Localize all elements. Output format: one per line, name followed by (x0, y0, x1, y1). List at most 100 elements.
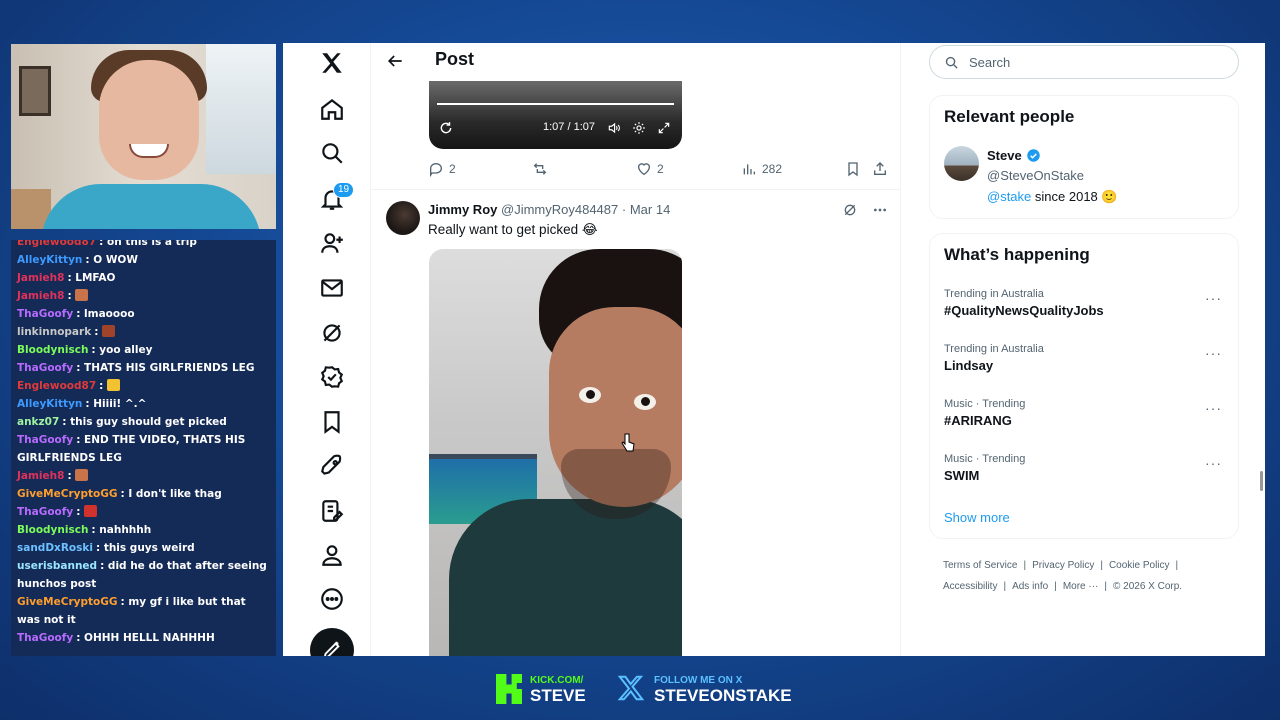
chat-colon: : (76, 506, 85, 518)
compose-post-button[interactable] (310, 628, 354, 656)
like-count: 2 (657, 162, 664, 176)
divider (371, 189, 900, 190)
home-icon[interactable] (312, 89, 352, 129)
more-dots-icon[interactable]: ··· (1205, 400, 1222, 416)
grok-icon[interactable] (312, 313, 352, 353)
repost-button[interactable] (532, 161, 553, 177)
footer-link[interactable]: Ads info (1012, 581, 1048, 592)
chat-username[interactable]: ankz07 (17, 416, 59, 428)
bookmarks-icon[interactable] (312, 402, 352, 442)
like-button[interactable]: 2 (636, 161, 664, 177)
chat-emote-icon (102, 325, 116, 337)
volume-icon[interactable] (607, 121, 621, 135)
chat-username[interactable]: GiveMeCryptoGG (17, 596, 117, 608)
footer-separator: | (1175, 560, 1179, 571)
scrollbar[interactable] (1260, 471, 1263, 491)
person-handle[interactable]: @SteveOnStake (987, 168, 1084, 183)
chat-colon: : (95, 542, 104, 554)
notifications-bell-icon[interactable]: 19 (312, 179, 355, 219)
more-dots-icon[interactable] (872, 202, 888, 218)
chat-username[interactable]: Jamieh8 (17, 470, 64, 482)
more-options-icon[interactable] (312, 579, 352, 619)
video-player-reply[interactable] (429, 249, 682, 656)
more-dots-icon[interactable]: ··· (1205, 345, 1222, 361)
verified-badge-icon[interactable] (312, 357, 352, 397)
search-icon (945, 56, 958, 69)
x-logo-icon[interactable] (312, 43, 352, 83)
footer-link[interactable]: Terms of Service (943, 560, 1017, 571)
chat-colon: : (62, 416, 71, 428)
view-count: 282 (762, 162, 783, 176)
reply-button[interactable]: 2 (428, 161, 456, 177)
follow-people-icon[interactable] (312, 223, 352, 263)
more-dots-icon[interactable]: ··· (1205, 455, 1222, 471)
chat-username[interactable]: ThaGoofy (17, 308, 73, 320)
video-player-top[interactable]: 1:07 / 1:07 (429, 81, 682, 149)
footer-link[interactable]: More ··· (1063, 581, 1099, 592)
trend-item[interactable]: Music · Trending SWIM ··· (944, 453, 1226, 483)
footer-link[interactable]: Privacy Policy (1032, 560, 1094, 571)
chat-username[interactable]: Englewood87 (17, 380, 96, 392)
grok-icon[interactable] (842, 202, 858, 218)
post-date[interactable]: Mar 14 (630, 202, 670, 217)
trend-topic: SWIM (944, 468, 980, 483)
chat-username[interactable]: ThaGoofy (17, 362, 73, 374)
bio-mention-link[interactable]: @stake (987, 189, 1031, 204)
chat-username[interactable]: GiveMeCryptoGG (17, 488, 117, 500)
author-name[interactable]: Jimmy Roy (428, 202, 497, 217)
chat-username[interactable]: Englewood87 (17, 240, 96, 248)
footer-link[interactable]: © 2026 X Corp. (1113, 581, 1182, 592)
avatar[interactable] (386, 201, 420, 235)
messages-envelope-icon[interactable] (312, 268, 352, 308)
relevant-people-card: Relevant people Steve @SteveOnStake @sta… (929, 95, 1239, 219)
chat-username[interactable]: AlleyKittyn (17, 254, 82, 266)
chat-username[interactable]: ThaGoofy (17, 632, 73, 644)
chat-message: AlleyKittyn: Hiiii! ^.^ (17, 395, 270, 413)
replay-icon[interactable] (439, 121, 453, 135)
chat-colon: : (67, 470, 76, 482)
avatar[interactable] (944, 146, 979, 181)
bio-text: since 2018 🙂 (1031, 189, 1118, 204)
chat-username[interactable]: userisbanned (17, 560, 97, 572)
communities-icon[interactable] (312, 491, 352, 531)
profile-icon[interactable] (312, 535, 352, 575)
footer-link[interactable]: Cookie Policy (1109, 560, 1170, 571)
more-dots-icon[interactable]: ··· (1205, 290, 1222, 306)
video-progress-bar[interactable] (437, 103, 674, 105)
chat-username[interactable]: ThaGoofy (17, 434, 73, 446)
bookmark-button[interactable] (845, 161, 861, 177)
jobs-rocket-icon[interactable] (312, 446, 352, 486)
chat-username[interactable]: linkinnopark (17, 326, 91, 338)
fullscreen-icon[interactable] (657, 121, 671, 135)
page-title: Post (435, 49, 475, 69)
trend-item[interactable]: Music · Trending #ARIRANG ··· (944, 398, 1226, 428)
chat-username[interactable]: ThaGoofy (17, 506, 73, 518)
author-handle[interactable]: @JimmyRoy484487 (501, 202, 618, 217)
chat-message: ThaGoofy: OHHH HELLL NAHHHH (17, 629, 270, 647)
person-name[interactable]: Steve (987, 148, 1041, 163)
chat-username[interactable]: Jamieh8 (17, 290, 64, 302)
chat-message: ThaGoofy: END THE VIDEO, THATS HIS GIRLF… (17, 431, 270, 467)
trend-item[interactable]: Trending in Australia Lindsay ··· (944, 343, 1226, 373)
x-logo-icon (617, 675, 645, 701)
chat-colon: : (67, 290, 76, 302)
show-more-link[interactable]: Show more (944, 510, 1010, 525)
chat-text: THATS HIS GIRLFRIENDS LEG (84, 362, 255, 374)
webcam-feed (11, 44, 276, 229)
footer-link[interactable]: Accessibility (943, 581, 997, 592)
chat-username[interactable]: Bloodynisch (17, 344, 88, 356)
chat-username[interactable]: sandDxRoski (17, 542, 93, 554)
back-arrow-icon[interactable] (385, 51, 405, 71)
settings-gear-icon[interactable] (632, 121, 646, 135)
chat-message: Jamieh8: (17, 467, 270, 485)
explore-search-icon[interactable] (312, 133, 352, 173)
chat-username[interactable]: Jamieh8 (17, 272, 64, 284)
notifications-badge: 19 (333, 182, 355, 198)
share-button[interactable] (872, 161, 888, 177)
chat-username[interactable]: AlleyKittyn (17, 398, 82, 410)
chat-username[interactable]: Bloodynisch (17, 524, 88, 536)
trend-item[interactable]: Trending in Australia #QualityNewsQuality… (944, 288, 1226, 318)
views-button[interactable]: 282 (741, 161, 782, 177)
heart-icon (638, 163, 650, 176)
search-input[interactable]: Search (929, 45, 1239, 79)
